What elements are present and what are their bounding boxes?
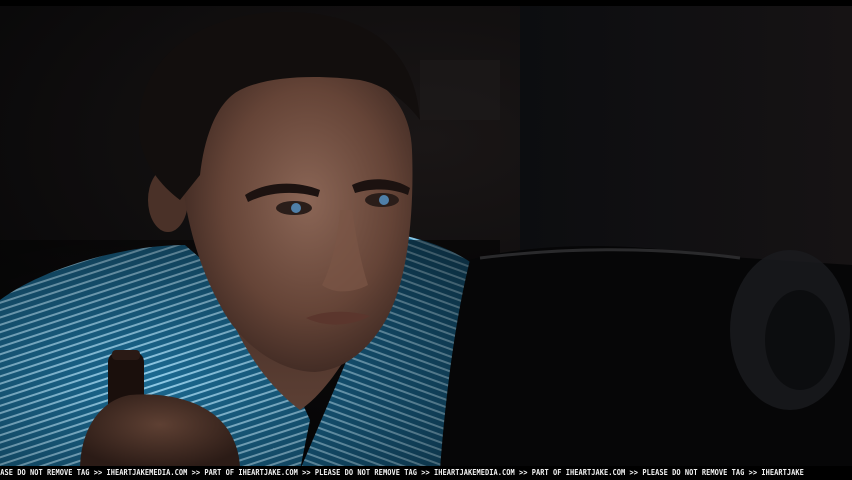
watermark-text: EASE DO NOT REMOVE TAG >> IHEARTJAKEMEDI… [0,468,804,477]
lamp-glow [420,60,500,120]
film-still: EASE DO NOT REMOVE TAG >> IHEARTJAKEMEDI… [0,0,852,480]
top-letterbox [0,0,852,6]
scene-illustration [0,0,852,470]
right-iris [379,195,389,205]
bottle-neck [112,350,140,360]
left-iris [291,203,301,213]
watermark-strip: EASE DO NOT REMOVE TAG >> IHEARTJAKEMEDI… [0,466,852,480]
background-device-center [765,290,835,390]
